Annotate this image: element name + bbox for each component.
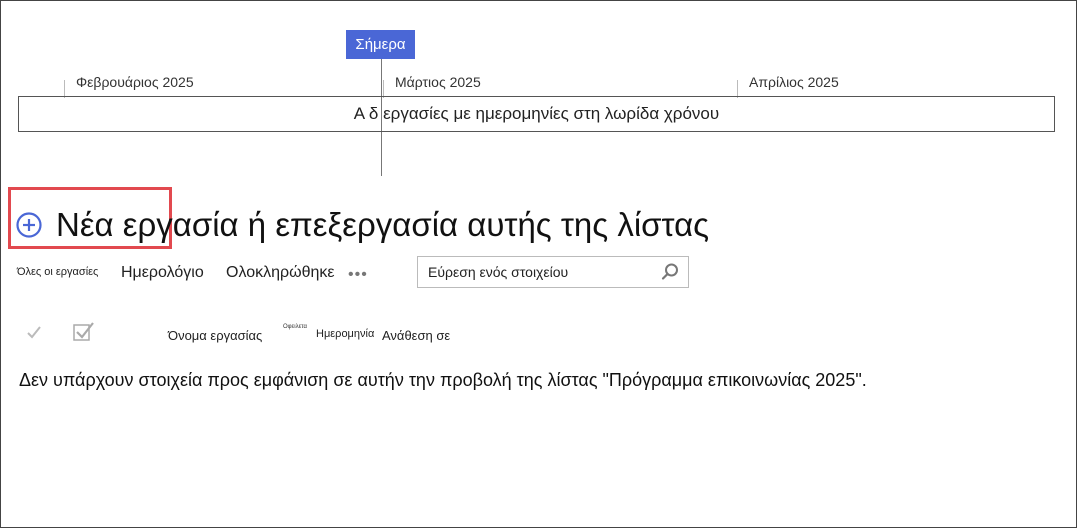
timeline-month-feb: Φεβρουάριος 2025 bbox=[64, 74, 194, 98]
plus-circle-icon[interactable] bbox=[15, 211, 43, 239]
column-due-date[interactable]: Ημερομηνία bbox=[316, 328, 374, 340]
timeline-bar[interactable]: Α δ εργασίες με ημερομηνίες στη λωρίδα χ… bbox=[18, 96, 1055, 132]
timeline-month-mar: Μάρτιος 2025 bbox=[383, 74, 481, 98]
search-box[interactable] bbox=[417, 256, 689, 288]
select-all-checkbox-icon[interactable] bbox=[72, 320, 96, 344]
column-task-name[interactable]: Όνομα εργασίας bbox=[168, 328, 262, 343]
view-all-tasks[interactable]: Όλες οι εργασίες bbox=[17, 266, 98, 278]
new-task-heading[interactable]: Νέα εργασία ή επεξεργασία αυτής της λίστ… bbox=[56, 206, 709, 244]
view-completed[interactable]: Ολοκληρώθηκε bbox=[226, 264, 335, 282]
empty-list-message: Δεν υπάρχουν στοιχεία προς εμφάνιση σε α… bbox=[19, 370, 867, 390]
timeline-month-apr: Απρίλιος 2025 bbox=[737, 74, 839, 98]
search-icon[interactable] bbox=[660, 262, 680, 282]
column-assigned-to[interactable]: Ανάθεση σε bbox=[382, 328, 450, 343]
checkmark-icon bbox=[27, 326, 41, 339]
column-due-prefix[interactable]: Οφειλετα bbox=[283, 324, 307, 330]
today-marker: Σήμερα bbox=[346, 30, 415, 59]
view-calendar[interactable]: Ημερολόγιο bbox=[121, 264, 204, 282]
search-input[interactable] bbox=[418, 257, 653, 287]
more-views-icon[interactable]: ••• bbox=[348, 266, 368, 284]
